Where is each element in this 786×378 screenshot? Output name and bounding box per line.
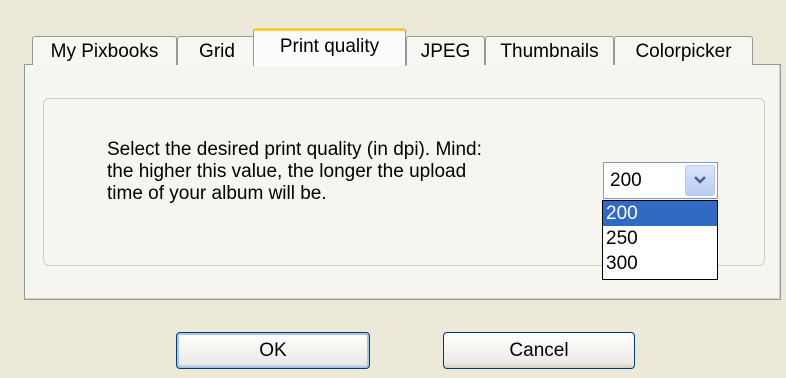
dpi-option-200[interactable]: 200 xyxy=(603,201,717,226)
dialog-panel: My Pixbooks Grid Print quality JPEG Thum… xyxy=(0,0,786,378)
description-line: Select the desired print quality (in dpi… xyxy=(107,139,482,160)
dropdown-button[interactable] xyxy=(685,165,715,196)
chevron-down-icon xyxy=(694,176,706,184)
dpi-options-list: 200 250 300 xyxy=(602,200,718,280)
print-quality-description: Select the desired print quality (in dpi… xyxy=(107,139,567,205)
tab-strip: My Pixbooks Grid Print quality JPEG Thum… xyxy=(24,28,784,66)
tab-colorpicker[interactable]: Colorpicker xyxy=(614,36,753,65)
tab-jpeg[interactable]: JPEG xyxy=(406,36,485,65)
tab-thumbnails[interactable]: Thumbnails xyxy=(485,36,614,65)
cancel-button[interactable]: Cancel xyxy=(443,332,635,369)
description-line: time of your album will be. xyxy=(107,183,327,204)
ok-button[interactable]: OK xyxy=(176,332,370,369)
tab-my-pixbooks[interactable]: My Pixbooks xyxy=(32,36,177,65)
dpi-select-value: 200 xyxy=(610,170,642,191)
dpi-option-300[interactable]: 300 xyxy=(603,251,717,276)
dpi-select[interactable]: 200 xyxy=(603,162,718,199)
tab-print-quality[interactable]: Print quality xyxy=(253,28,406,66)
dpi-option-250[interactable]: 250 xyxy=(603,226,717,251)
tab-grid[interactable]: Grid xyxy=(177,36,257,65)
description-line: the higher this value, the longer the up… xyxy=(107,161,467,182)
